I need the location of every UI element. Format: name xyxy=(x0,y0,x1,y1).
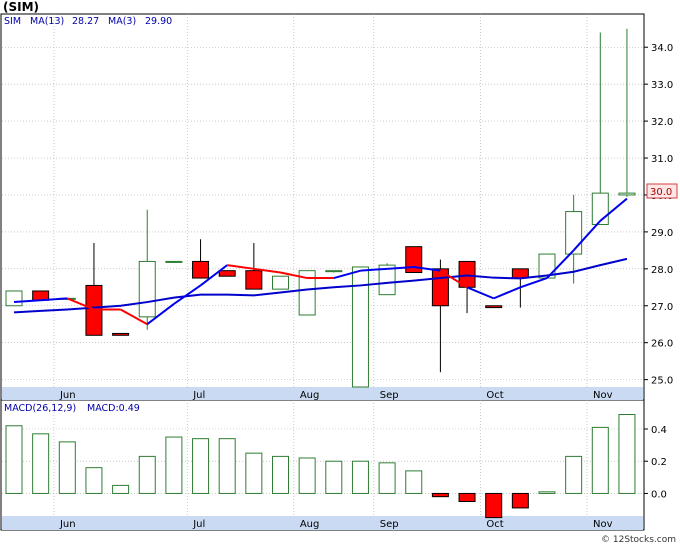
price-x-tick-label: Sep xyxy=(380,390,399,401)
macd-x-tick-label: Jul xyxy=(192,519,205,530)
chart-title: (SIM) xyxy=(3,0,39,14)
macd-y-tick-label: 0.4 xyxy=(651,425,667,436)
candle-down xyxy=(485,305,503,309)
macd-x-tick-label: Aug xyxy=(300,519,320,530)
price-y-tick-label: 25.0 xyxy=(651,376,673,387)
price-x-tick-label: Jun xyxy=(59,390,76,401)
macd-bar-positive xyxy=(192,438,210,494)
macd-bar-positive xyxy=(58,441,76,494)
price-y-tick-label: 28.0 xyxy=(651,265,673,276)
price-y-tick-label: 29.0 xyxy=(651,228,673,239)
legend-ma3-value: 29.90 xyxy=(145,16,172,27)
macd-bar-positive xyxy=(565,455,583,494)
copyright-credit: © 12Stocks.com xyxy=(601,535,676,545)
price-y-tick-label: 27.0 xyxy=(651,302,673,313)
macd-bar-positive xyxy=(112,484,130,494)
macd-bar-positive xyxy=(85,467,103,494)
macd-bar-positive xyxy=(591,426,609,494)
macd-bar-positive xyxy=(405,470,423,494)
macd-bar-positive xyxy=(298,457,316,494)
macd-bar-negative xyxy=(511,492,529,509)
macd-x-tick-label: Oct xyxy=(486,519,503,530)
macd-y-tick-label: 0.0 xyxy=(651,489,667,500)
price-x-axis-band xyxy=(2,387,643,400)
macd-bar-positive xyxy=(272,455,289,494)
macd-bar-positive xyxy=(165,436,183,494)
macd-bar-negative xyxy=(431,492,449,498)
price-y-tick-label: 26.0 xyxy=(651,339,673,350)
macd-x-tick-label: Nov xyxy=(593,519,613,530)
macd-bar-positive xyxy=(538,491,556,494)
candle-down xyxy=(511,268,529,279)
candle-up xyxy=(165,260,183,263)
candle-down xyxy=(218,270,236,277)
price-x-tick-label: Nov xyxy=(593,390,613,401)
price-y-tick-label: 31.0 xyxy=(651,154,673,165)
macd-bar-positive xyxy=(245,452,263,494)
macd-x-axis-band xyxy=(2,516,643,530)
last-price-value: 30.0 xyxy=(650,187,672,198)
macd-bar-positive xyxy=(5,425,23,494)
candle-up xyxy=(138,260,156,318)
macd-bar-positive xyxy=(618,414,636,494)
macd-bar-positive xyxy=(378,462,396,494)
macd-x-tick-label: Jun xyxy=(59,519,76,530)
macd-legend-label: MACD(26,12,9) xyxy=(4,403,76,414)
legend-ma13-value: 28.27 xyxy=(72,16,99,27)
macd-y-tick-label: 0.2 xyxy=(651,457,667,468)
candle-down xyxy=(192,260,210,279)
legend-symbol: SIM xyxy=(4,16,21,27)
candle-up xyxy=(565,211,583,255)
macd-bar-negative xyxy=(485,492,503,519)
price-y-tick-label: 32.0 xyxy=(651,117,673,128)
macd-panel xyxy=(0,399,645,531)
candle-down xyxy=(112,332,130,336)
price-y-tick-label: 33.0 xyxy=(651,80,673,91)
legend-ma13-label: MA(13) xyxy=(30,16,64,27)
legend-ma3-label: MA(3) xyxy=(108,16,136,27)
candle-up xyxy=(325,270,343,273)
macd-bar-positive xyxy=(325,460,343,494)
macd-bar-positive xyxy=(218,438,236,494)
price-x-tick-label: Jul xyxy=(192,390,205,401)
macd-bar-negative xyxy=(458,492,476,503)
price-y-tick-label: 34.0 xyxy=(651,43,673,54)
candle-up xyxy=(272,275,289,290)
price-x-tick-label: Oct xyxy=(486,390,503,401)
candle-up xyxy=(618,192,636,196)
candle-up xyxy=(5,290,23,307)
macd-bar-positive xyxy=(351,460,369,494)
macd-bar-positive xyxy=(32,433,50,494)
macd-bar-positive xyxy=(138,455,156,494)
macd-x-tick-label: Sep xyxy=(380,519,399,530)
price-x-tick-label: Aug xyxy=(300,390,320,401)
price-panel xyxy=(0,13,645,401)
stock-chart: 25.0 26.0 27.0 28.0 29.0 30.0 31.0 32.0 33.0 34.0… xyxy=(0,0,678,545)
macd-value-label: MACD:0.49 xyxy=(87,403,140,414)
candle-down xyxy=(245,270,263,290)
